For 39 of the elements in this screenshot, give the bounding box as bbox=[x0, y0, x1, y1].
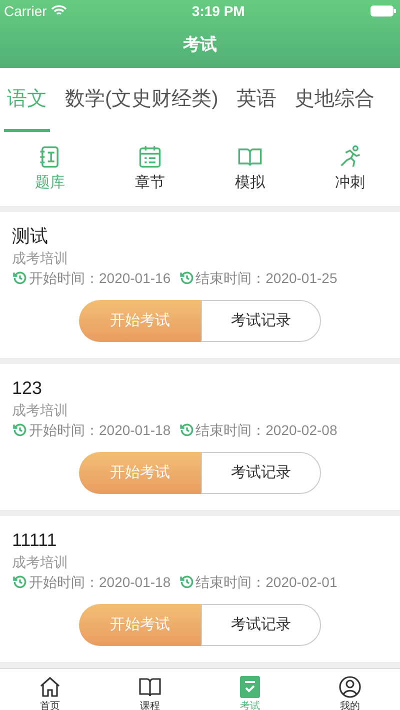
carrier-label: Carrier bbox=[4, 2, 47, 20]
tab-bar-item[interactable]: 我的 bbox=[330, 669, 370, 710]
exam-organization: 成考培训 bbox=[12, 249, 69, 268]
subject-tab[interactable]: 史地综合 bbox=[291, 68, 378, 132]
history-icon bbox=[12, 574, 28, 590]
book-icon bbox=[138, 675, 162, 699]
exam-record-button[interactable]: 考试记录 bbox=[201, 604, 321, 646]
exam-title: 123 bbox=[12, 377, 44, 400]
history-icon bbox=[178, 574, 195, 590]
exam-record-button[interactable]: 考试记录 bbox=[201, 300, 321, 342]
tab-bar-item[interactable]: 课程 bbox=[130, 669, 170, 710]
status-time: 3:19 PM bbox=[192, 2, 245, 20]
subject-tab[interactable]: 英语 bbox=[233, 68, 280, 132]
exam-title: 11111 bbox=[12, 529, 58, 552]
category-button[interactable]: 章节 bbox=[127, 144, 173, 194]
end-time: 结束时间：2020-02-01 bbox=[196, 573, 338, 592]
start-time: 开始时间：2020-01-16 bbox=[29, 269, 171, 288]
window-title: 考试 bbox=[183, 34, 217, 56]
start-time: 开始时间：2020-01-18 bbox=[29, 573, 171, 592]
subject-tab[interactable]: 数学(文史财经类) bbox=[62, 68, 222, 132]
history-icon bbox=[178, 422, 195, 438]
category-button[interactable]: 冲刺 bbox=[327, 144, 373, 194]
calendar-icon bbox=[137, 144, 163, 170]
history-icon bbox=[12, 270, 28, 286]
exam-organization: 成考培训 bbox=[12, 553, 69, 572]
exam-title: 测试 bbox=[12, 225, 49, 248]
home-icon bbox=[38, 675, 62, 699]
wifi-icon bbox=[50, 5, 67, 17]
history-icon bbox=[12, 422, 28, 438]
end-time: 结束时间：2020-02-08 bbox=[196, 421, 338, 440]
exam-organization: 成考培训 bbox=[12, 401, 69, 420]
end-time: 结束时间：2020-01-25 bbox=[196, 269, 338, 288]
history-icon bbox=[178, 270, 195, 286]
start-time: 开始时间：2020-01-18 bbox=[29, 421, 171, 440]
battery-icon bbox=[370, 5, 396, 17]
checklist-icon bbox=[239, 675, 261, 699]
user-icon bbox=[338, 675, 362, 699]
category-button[interactable]: 模拟 bbox=[227, 144, 273, 194]
exam-record-button[interactable]: 考试记录 bbox=[201, 452, 321, 494]
